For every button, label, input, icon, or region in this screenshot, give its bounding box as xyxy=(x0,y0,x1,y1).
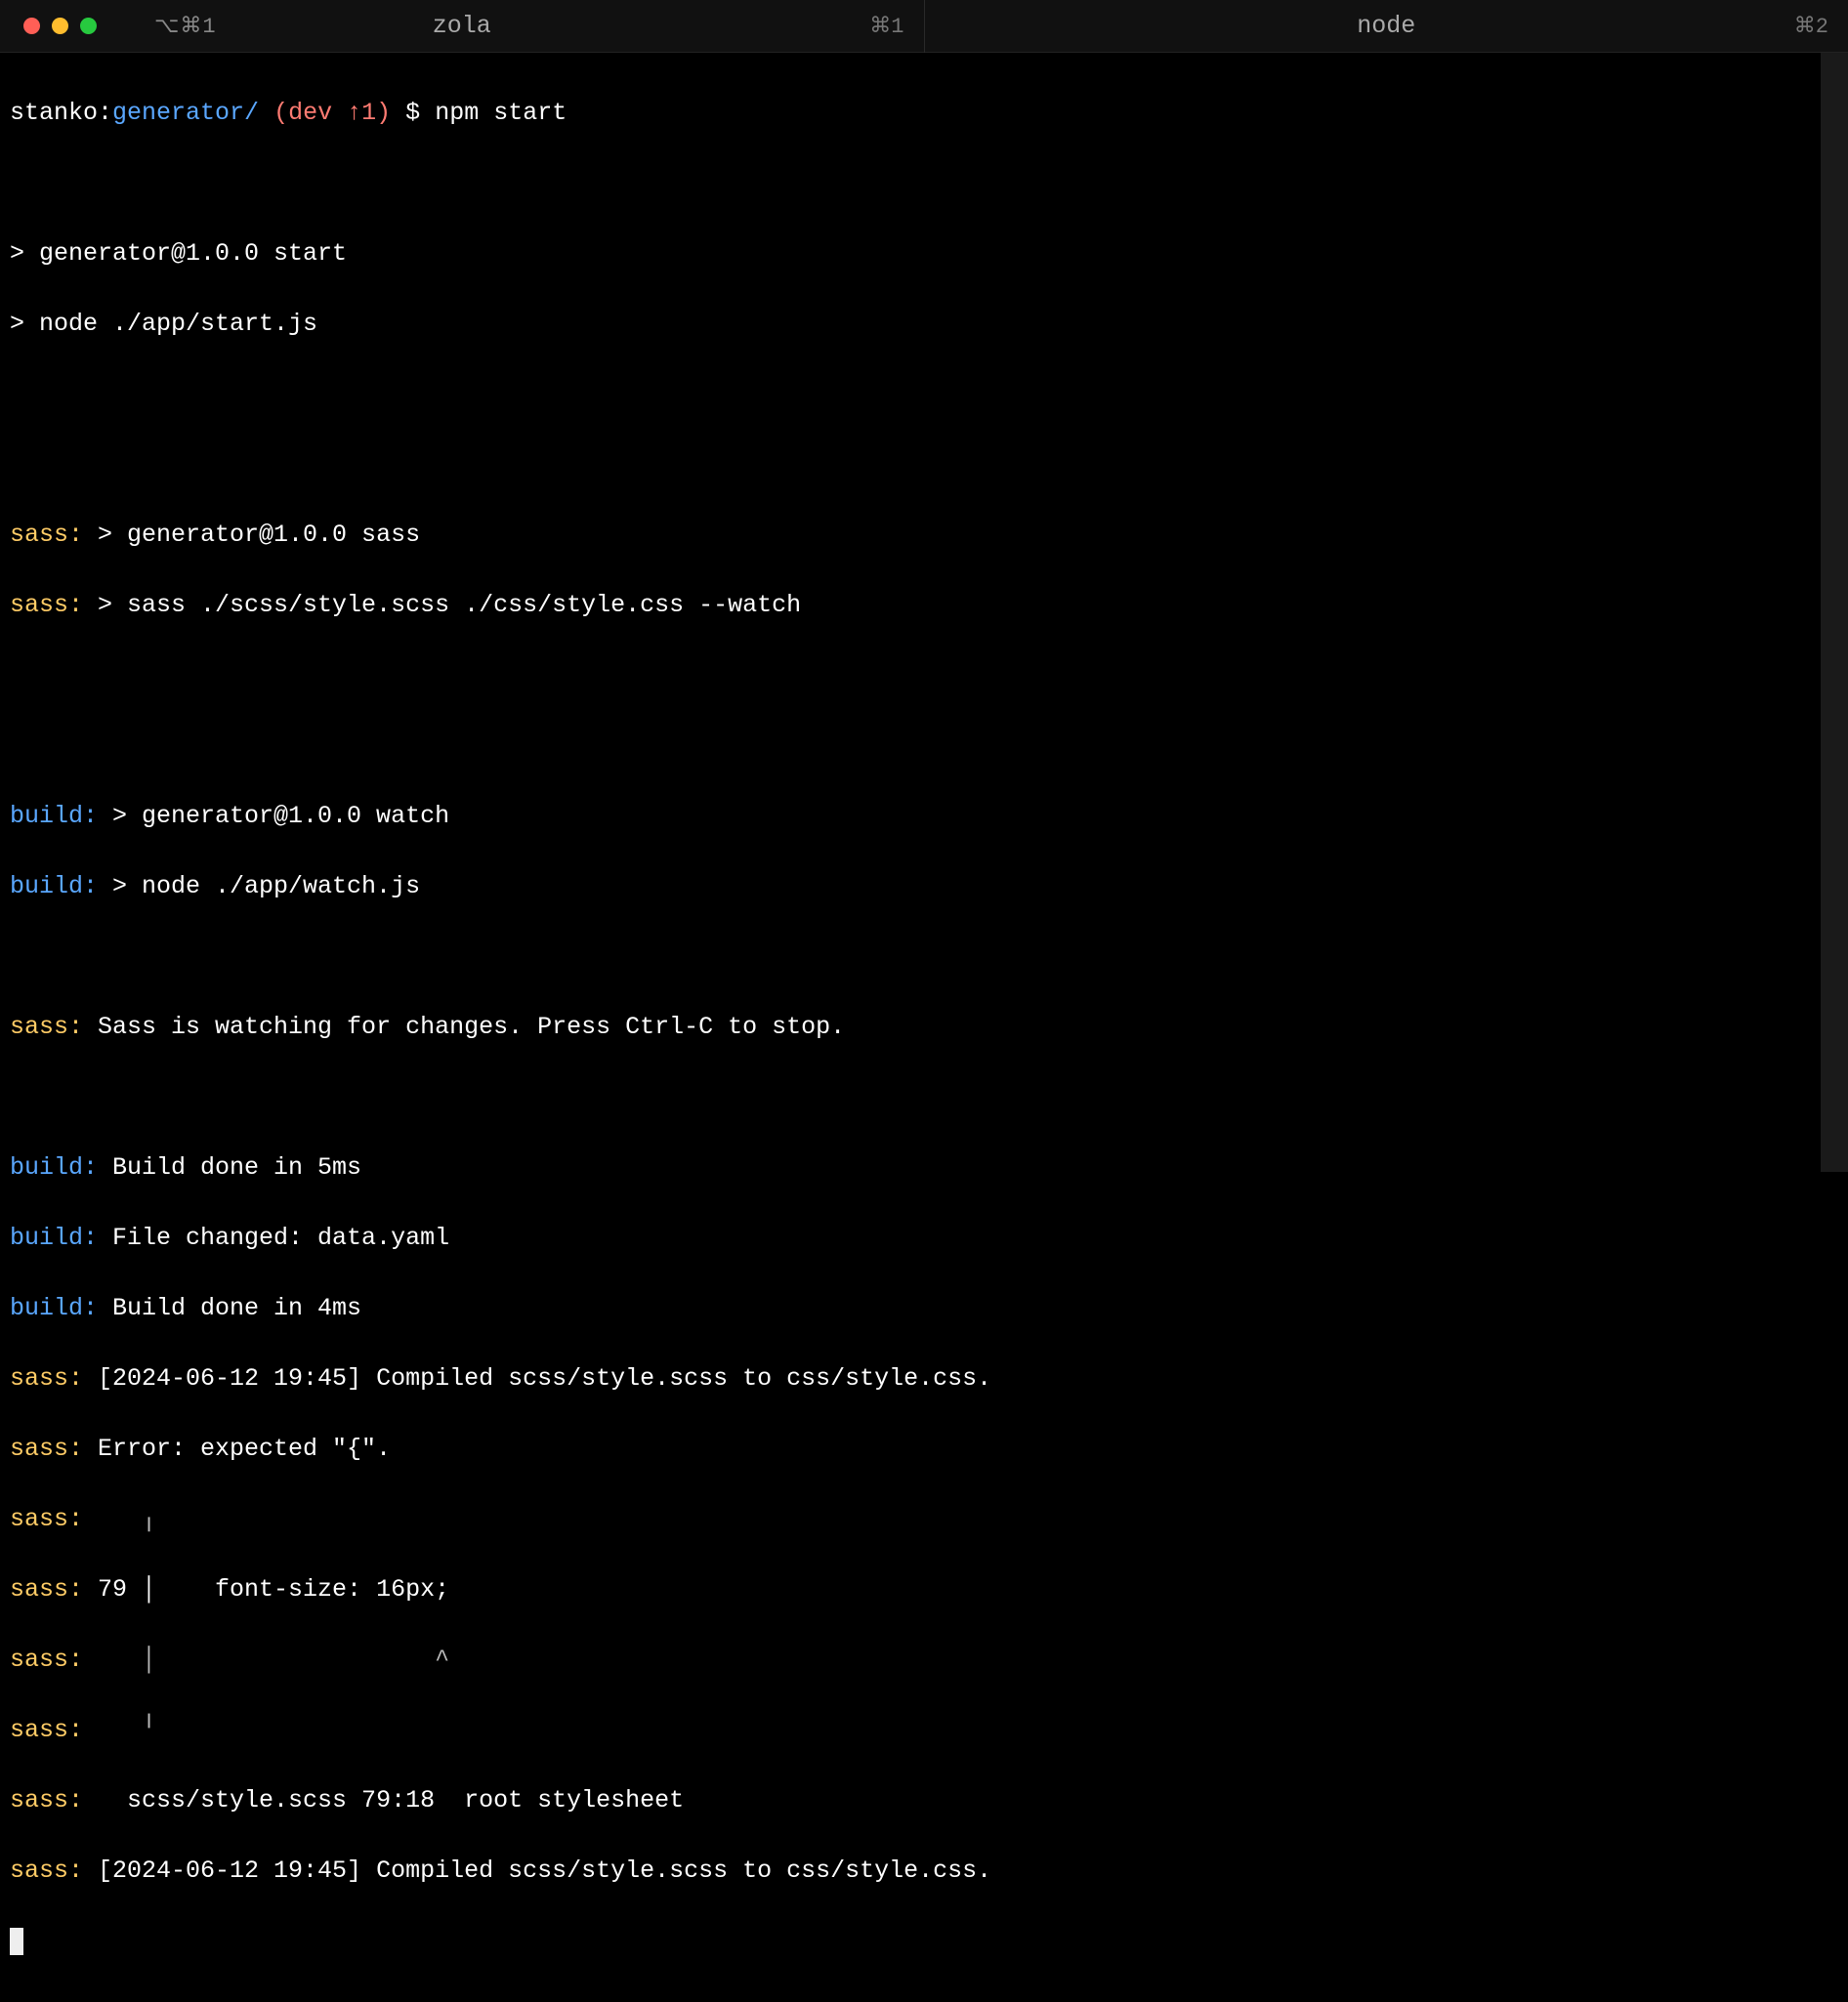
sass-label: sass: xyxy=(10,1505,83,1533)
tab-label: node xyxy=(1357,12,1415,40)
build-label: build: xyxy=(10,1153,98,1182)
output-line: > generator@1.0.0 start xyxy=(10,236,1838,271)
prompt-user: stanko xyxy=(10,99,98,127)
prompt-cwd: generator/ xyxy=(112,99,259,127)
output-line: build: > generator@1.0.0 watch xyxy=(10,799,1838,834)
output-line: build: File changed: data.yaml xyxy=(10,1221,1838,1256)
build-label: build: xyxy=(10,1294,98,1322)
prompt-dollar: $ xyxy=(405,99,420,127)
output-line: sass: 79 │ font-size: 16px; xyxy=(10,1572,1838,1607)
cursor-icon xyxy=(10,1928,23,1955)
tabs: zola ⌘1 node ⌘2 xyxy=(0,0,1848,53)
output-line: sass: scss/style.scss 79:18 root stylesh… xyxy=(10,1783,1838,1818)
sass-label: sass: xyxy=(10,521,83,549)
sass-label: sass: xyxy=(10,591,83,619)
output-line: sass: Error: expected "{". xyxy=(10,1432,1838,1467)
output-line: sass: Sass is watching for changes. Pres… xyxy=(10,1010,1838,1045)
sass-label: sass: xyxy=(10,1364,83,1393)
titlebar: ⌥⌘1 zola ⌘1 node ⌘2 xyxy=(0,0,1848,53)
output-line: sass: > generator@1.0.0 sass xyxy=(10,518,1838,553)
tab-node[interactable]: node ⌘2 xyxy=(925,0,1848,53)
sass-label: sass: xyxy=(10,1646,83,1674)
sass-label: sass: xyxy=(10,1716,83,1744)
tab-shortcut: ⌘1 xyxy=(869,14,903,39)
output-line: > node ./app/start.js xyxy=(10,307,1838,342)
build-label: build: xyxy=(10,802,98,830)
output-line: sass: ╵ xyxy=(10,1713,1838,1748)
sass-label: sass: xyxy=(10,1575,83,1604)
build-label: build: xyxy=(10,1224,98,1252)
output-line: sass: [2024-06-12 19:45] Compiled scss/s… xyxy=(10,1361,1838,1397)
tab-label: zola xyxy=(433,12,491,40)
tab-zola[interactable]: zola ⌘1 xyxy=(0,0,925,53)
prompt-line: stanko:generator/ (dev ↑1) $ npm start xyxy=(10,96,1838,131)
output-line: build: > node ./app/watch.js xyxy=(10,869,1838,904)
output-line: build: Build done in 4ms xyxy=(10,1291,1838,1326)
output-line: build: Build done in 5ms xyxy=(10,1150,1838,1186)
scrollbar[interactable] xyxy=(1821,53,1848,1172)
sass-label: sass: xyxy=(10,1435,83,1463)
cursor-line xyxy=(10,1924,1838,1959)
output-line: sass: [2024-06-12 19:45] Compiled scss/s… xyxy=(10,1854,1838,1889)
output-line: sass: > sass ./scss/style.scss ./css/sty… xyxy=(10,588,1838,623)
output-line: sass: │ ^ xyxy=(10,1643,1838,1678)
prompt-branch: (dev ↑1) xyxy=(273,99,391,127)
tab-shortcut: ⌘2 xyxy=(1794,14,1828,39)
terminal-output[interactable]: stanko:generator/ (dev ↑1) $ npm start >… xyxy=(0,53,1848,2002)
sass-label: sass: xyxy=(10,1013,83,1041)
build-label: build: xyxy=(10,872,98,900)
sass-label: sass: xyxy=(10,1856,83,1885)
sass-label: sass: xyxy=(10,1786,83,1814)
command-text: npm start xyxy=(435,99,567,127)
output-line: sass: ╷ xyxy=(10,1502,1838,1537)
